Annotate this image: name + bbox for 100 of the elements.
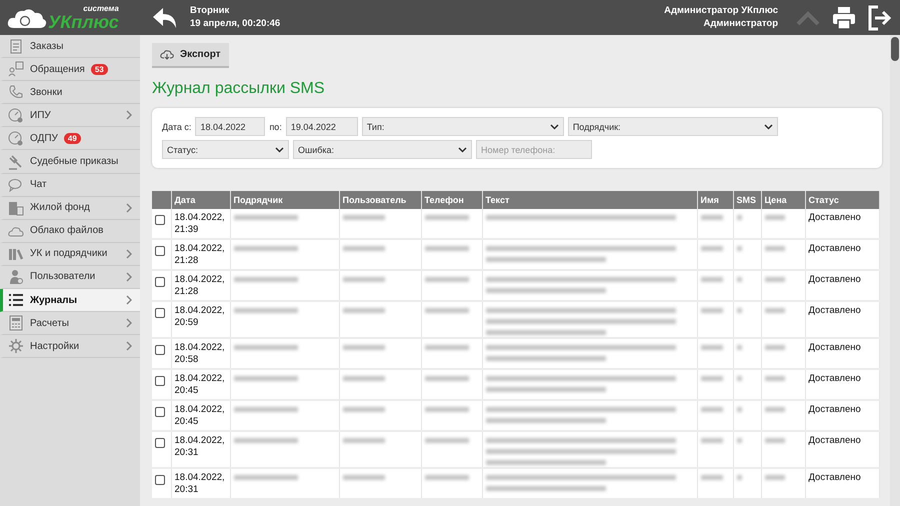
column-header[interactable]: Дата: [171, 191, 230, 209]
redacted-text: [700, 246, 722, 251]
phone-field[interactable]: Номер телефона:: [476, 140, 592, 159]
redacted-text: [736, 277, 742, 282]
sidebar-item[interactable]: Обращения 53: [0, 58, 140, 82]
column-header[interactable]: Подрядчик: [230, 191, 339, 209]
contractor-dropdown[interactable]: Подрядчик:: [568, 117, 778, 136]
redacted-text: [234, 277, 298, 282]
chevron-down-icon: [550, 124, 559, 130]
redacted-text: [424, 438, 468, 443]
redacted-text: [736, 308, 742, 313]
chevron-right-icon: [126, 202, 132, 213]
sidebar-item[interactable]: Звонки: [0, 81, 140, 104]
redacted-text: [342, 475, 384, 480]
sidebar-item[interactable]: Жилой фонд: [0, 196, 140, 220]
sidebar-item[interactable]: ОДПУ 49: [0, 127, 140, 150]
table-cell: Доставлено: [805, 431, 880, 468]
column-header[interactable]: Текст: [482, 191, 697, 209]
redacted-text: [764, 475, 784, 480]
table-cell: 18.04.2022, 20:59: [171, 301, 230, 338]
printer-icon[interactable]: [832, 6, 856, 30]
row-checkbox[interactable]: [155, 345, 165, 355]
redacted-text: [234, 215, 298, 220]
redacted-text: [700, 345, 722, 350]
redacted-text: [342, 345, 384, 350]
redacted-text: [234, 475, 298, 480]
table-cell: Доставлено: [805, 468, 880, 499]
sidebar-item[interactable]: УК и подрядчики: [0, 242, 140, 266]
sidebar-item[interactable]: ИПУ: [0, 104, 140, 128]
redacted-text: [424, 475, 468, 480]
redacted-text: [736, 345, 742, 350]
logo-caption: система: [83, 4, 119, 12]
redacted-text: [764, 345, 784, 350]
row-checkbox[interactable]: [155, 308, 165, 318]
gear-icon: [8, 338, 24, 354]
table-cell: 18.04.2022, 21:39: [171, 209, 230, 239]
column-header[interactable]: Имя: [697, 191, 733, 209]
row-checkbox[interactable]: [155, 407, 165, 417]
table-cell: Доставлено: [805, 301, 880, 338]
sidebar-item[interactable]: Расчеты: [0, 312, 140, 336]
date-to-field[interactable]: 19.04.2022: [286, 117, 358, 136]
person-doc-icon: [8, 61, 24, 78]
redacted-text: [342, 215, 384, 220]
redacted-text: [736, 376, 742, 381]
chevron-right-icon: [126, 110, 132, 120]
redacted-text: [736, 407, 742, 412]
redacted-text: [342, 308, 384, 313]
row-checkbox[interactable]: [155, 475, 165, 485]
scrollbar-thumb[interactable]: [891, 37, 899, 61]
sidebar-item[interactable]: Заказы: [0, 35, 140, 58]
type-dropdown[interactable]: Тип:: [362, 117, 564, 136]
redacted-text: [234, 246, 298, 251]
page-title: Журнал рассылки SMS: [152, 80, 326, 98]
gauge-icon: [8, 107, 24, 124]
date-from-field[interactable]: 18.04.2022: [195, 117, 266, 136]
logout-icon[interactable]: [868, 4, 892, 30]
sidebar-item[interactable]: Настройки: [0, 335, 140, 358]
redacted-text: [764, 308, 784, 313]
column-header[interactable]: Цена: [761, 191, 805, 209]
row-checkbox[interactable]: [155, 277, 165, 287]
table-cell: 18.04.2022, 20:31: [171, 468, 230, 499]
redacted-text: [342, 376, 384, 381]
chevron-right-icon: [126, 248, 132, 259]
row-checkbox[interactable]: [155, 246, 165, 256]
row-checkbox[interactable]: [155, 438, 165, 448]
status-dropdown[interactable]: Статус:: [162, 140, 289, 159]
redacted-text: [700, 438, 722, 443]
weekday-text: Вторник: [190, 4, 230, 18]
chevron-right-icon: [126, 295, 132, 306]
building-icon: [8, 200, 24, 216]
back-arrow-icon[interactable]: [152, 6, 178, 28]
sidebar-item[interactable]: Журналы: [0, 289, 140, 312]
phone-icon: [8, 84, 24, 100]
field-label: по:: [269, 122, 282, 132]
redacted-text: [700, 277, 722, 282]
error-dropdown[interactable]: Ошибка:: [293, 140, 472, 159]
row-checkbox[interactable]: [155, 215, 165, 225]
list-icon: [8, 292, 24, 308]
redacted-text: [736, 438, 742, 443]
export-button[interactable]: Экспорт: [152, 43, 229, 68]
column-header[interactable]: Пользователь: [339, 191, 421, 209]
redacted-text: [764, 215, 784, 220]
column-header[interactable]: Статус: [805, 191, 880, 209]
sidebar-item[interactable]: Судебные приказы: [0, 150, 140, 174]
column-header[interactable]: SMS: [733, 191, 761, 209]
row-checkbox[interactable]: [155, 376, 165, 386]
redacted-text: [764, 376, 784, 381]
chevron-down-icon: [275, 146, 284, 152]
table-cell: 18.04.2022, 21:28: [171, 270, 230, 301]
column-header[interactable]: Телефон: [421, 191, 482, 209]
redacted-text: [424, 407, 468, 412]
sidebar-item[interactable]: Чат: [0, 174, 140, 197]
table-cell: 18.04.2022, 20:45: [171, 400, 230, 431]
count-badge: 49: [64, 132, 81, 144]
redacted-text: [424, 215, 468, 220]
sidebar-item[interactable]: Облако файлов: [0, 220, 140, 243]
redacted-text: [424, 376, 468, 381]
table-cell: Доставлено: [805, 400, 880, 431]
redacted-text: [764, 438, 784, 443]
table-cell: Доставлено: [805, 369, 880, 400]
